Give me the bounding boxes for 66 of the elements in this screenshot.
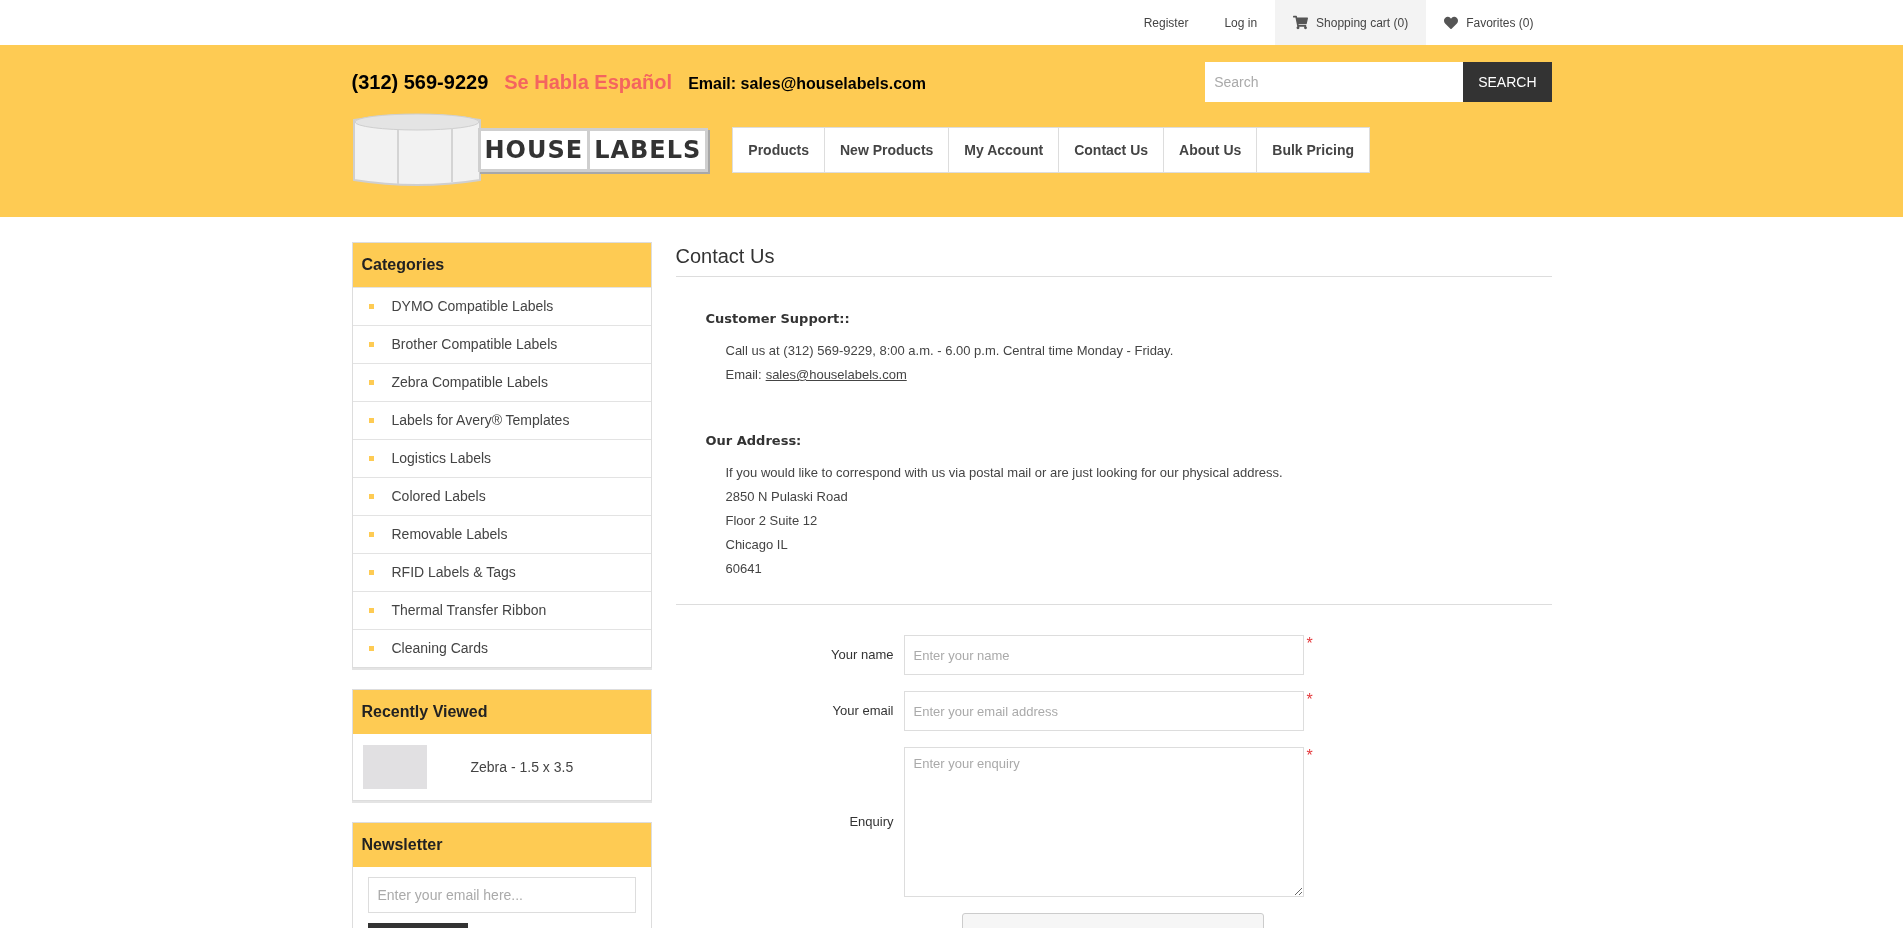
input-field[interactable]: Enter your email address <box>903 691 1304 731</box>
section-heading: Our Address: <box>705 432 803 450</box>
menu-item[interactable]: Contact Us <box>1058 128 1164 172</box>
menu-item[interactable]: About Us <box>1163 128 1257 172</box>
heart-icon <box>1444 15 1459 30</box>
menu-item[interactable]: Bulk Pricing <box>1256 128 1369 172</box>
bullet-icon <box>368 494 374 499</box>
top-link[interactable]: Register <box>1125 0 1207 45</box>
cart-link[interactable]: Shopping cart (0) <box>1275 0 1427 45</box>
panel-title: Newsletter <box>352 823 651 867</box>
info-text: 60641 <box>725 560 762 578</box>
info-text: Call us at (312) 569-9229, 8:00 a.m. - 6.00 p.m. Central time Monday - Friday. <box>725 342 1174 360</box>
logo-text: HOUSE <box>480 131 588 169</box>
required-mark: * <box>1306 747 1313 765</box>
newsletter-email-field[interactable]: Enter your email here... <box>367 877 636 913</box>
category-item[interactable]: RFID Labels & Tags <box>352 553 651 591</box>
category-item[interactable]: Zebra Compatible Labels <box>352 363 651 401</box>
category-item[interactable]: Cleaning Cards <box>352 629 651 667</box>
field-label: Your name <box>830 646 895 665</box>
cart-icon <box>1293 15 1309 30</box>
bullet-icon <box>368 570 374 575</box>
logo[interactable]: HOUSE LABELS <box>351 110 709 190</box>
category-item[interactable]: Removable Labels <box>352 515 651 553</box>
search-field[interactable]: Search <box>1205 62 1464 102</box>
email-link[interactable]: sales@houselabels.com <box>765 363 907 387</box>
search-button[interactable]: SEARCH <box>1463 62 1552 102</box>
photo-placeholder[interactable] <box>362 745 427 789</box>
bullet-icon <box>368 456 374 461</box>
menu-item[interactable]: New Products <box>824 128 949 172</box>
bullet-icon <box>368 532 374 537</box>
input-field[interactable]: Enter your name <box>903 635 1304 675</box>
category-item[interactable]: Brother Compatible Labels <box>352 325 651 363</box>
category-item[interactable]: Labels for Avery® Templates <box>352 401 651 439</box>
category-item[interactable]: DYMO Compatible Labels <box>352 287 651 325</box>
bullet-icon <box>368 646 374 651</box>
info-text: Floor 2 Suite 12 <box>725 512 818 530</box>
panel-title: Recently Viewed <box>352 690 651 734</box>
info-text: If you would like to correspond with us via postal mail or are just looking for our physical address. <box>725 464 1283 482</box>
bullet-icon <box>368 418 374 423</box>
info-text: 2850 N Pulaski Road <box>725 488 848 506</box>
menu-item[interactable]: Products <box>733 128 824 172</box>
favorites-link[interactable]: Favorites (0) <box>1426 0 1552 45</box>
header-email: Email: sales@houselabels.com <box>688 74 927 94</box>
top-link[interactable]: Log in <box>1206 0 1276 45</box>
bullet-icon <box>368 608 374 613</box>
field-label: Enquiry <box>848 813 895 832</box>
enquiry-field[interactable]: Enter your enquiry <box>903 747 1304 897</box>
bullet-icon <box>368 342 374 347</box>
bullet-icon <box>368 380 374 385</box>
required-mark: * <box>1306 691 1313 709</box>
info-text: Chicago IL <box>725 536 788 554</box>
product-link[interactable]: Zebra - 1.5 x 3.5 <box>470 756 574 778</box>
logo-text: LABELS <box>590 131 706 169</box>
page-title: Contact Us <box>675 242 1552 277</box>
phone-number: (312) 569-9229 <box>351 70 489 95</box>
category-item[interactable]: Thermal Transfer Ribbon <box>352 591 651 629</box>
panel-title: Categories <box>352 243 651 287</box>
required-mark: * <box>1306 635 1313 653</box>
category-item[interactable]: Logistics Labels <box>352 439 651 477</box>
field-label: Your email <box>831 702 895 721</box>
bullet-icon <box>368 304 374 309</box>
spanish-note: Se Habla Español <box>504 70 673 95</box>
category-item[interactable]: Colored Labels <box>352 477 651 515</box>
info-text: Email: <box>725 366 762 384</box>
menu-item[interactable]: My Account <box>948 128 1059 172</box>
section-heading: Customer Support:: <box>705 310 851 328</box>
